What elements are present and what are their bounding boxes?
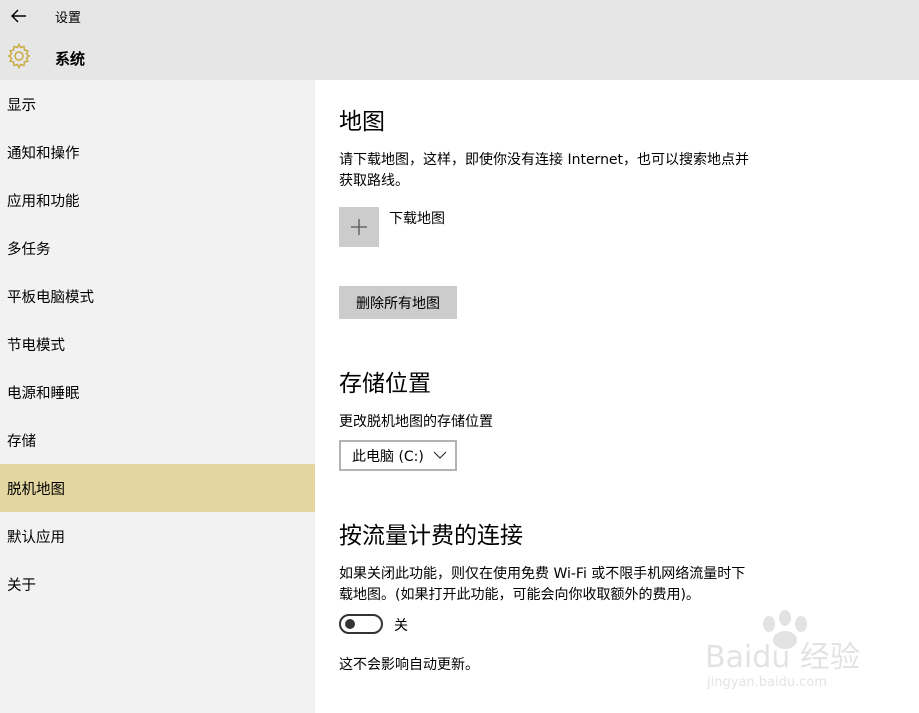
- metered-description-line1: 如果关闭此功能，则仅在使用免费 Wi-Fi 或不限手机网络流量时下: [339, 566, 746, 582]
- sidebar-item-battery-saver[interactable]: 节电模式: [0, 320, 315, 368]
- metered-description-line2: 载地图。(如果打开此功能，可能会向你收取额外的费用)。: [339, 587, 700, 603]
- chevron-down-icon: [433, 451, 447, 459]
- sidebar-item-power-sleep[interactable]: 电源和睡眠: [0, 368, 315, 416]
- section-title: 系统: [55, 50, 86, 68]
- metered-toggle-state: 关: [394, 618, 408, 634]
- storage-location-dropdown[interactable]: 此电脑 (C:): [339, 440, 457, 471]
- sidebar-item-label: 通知和操作: [7, 145, 80, 162]
- storage-description: 更改脱机地图的存储位置: [339, 414, 493, 430]
- maps-description-line1: 请下载地图，这样，即使你没有连接 Internet，也可以搜索地点并: [339, 152, 750, 168]
- sidebar-item-label: 多任务: [7, 241, 51, 258]
- plus-icon: [351, 219, 367, 235]
- sidebar-item-label: 关于: [7, 577, 36, 594]
- sidebar-item-label: 节电模式: [7, 337, 65, 354]
- sidebar-item-offline-maps[interactable]: 脱机地图: [0, 464, 315, 512]
- sidebar-item-notifications[interactable]: 通知和操作: [0, 128, 315, 176]
- maps-description-line2: 获取路线。: [339, 173, 409, 189]
- sidebar-item-label: 存储: [7, 433, 36, 450]
- sidebar-item-storage[interactable]: 存储: [0, 416, 315, 464]
- title-bar: 设置 系统: [0, 0, 919, 80]
- storage-location-value: 此电脑 (C:): [352, 448, 424, 465]
- sidebar-item-default-apps[interactable]: 默认应用: [0, 512, 315, 560]
- sidebar-item-label: 应用和功能: [7, 193, 80, 210]
- download-maps-button[interactable]: [339, 207, 379, 247]
- back-arrow-icon: [11, 9, 26, 23]
- app-title: 设置: [55, 11, 82, 26]
- sidebar-item-tablet-mode[interactable]: 平板电脑模式: [0, 272, 315, 320]
- download-maps-label[interactable]: 下载地图: [389, 208, 445, 228]
- content-pane: 地图 请下载地图，这样，即使你没有连接 Internet，也可以搜索地点并 获取…: [315, 80, 919, 713]
- metered-toggle[interactable]: [339, 614, 383, 634]
- gear-icon: [7, 43, 31, 69]
- sidebar-item-label: 电源和睡眠: [7, 385, 80, 402]
- metered-heading: 按流量计费的连接: [339, 523, 523, 549]
- sidebar-item-label: 脱机地图: [7, 481, 65, 498]
- auto-update-note: 这不会影响自动更新。: [339, 657, 479, 673]
- sidebar-item-apps[interactable]: 应用和功能: [0, 176, 315, 224]
- sidebar-item-display[interactable]: 显示: [0, 80, 315, 128]
- sidebar: 显示 通知和操作 应用和功能 多任务 平板电脑模式 节电模式 电源和睡眠 存储 …: [0, 80, 315, 713]
- delete-all-maps-button[interactable]: 删除所有地图: [339, 286, 457, 319]
- back-button[interactable]: [8, 6, 30, 26]
- sidebar-item-label: 平板电脑模式: [7, 289, 94, 306]
- maps-heading: 地图: [339, 109, 385, 135]
- sidebar-item-label: 默认应用: [7, 529, 65, 546]
- toggle-knob: [345, 619, 355, 629]
- sidebar-item-about[interactable]: 关于: [0, 560, 315, 608]
- storage-heading: 存储位置: [339, 371, 431, 397]
- sidebar-item-multitasking[interactable]: 多任务: [0, 224, 315, 272]
- sidebar-item-label: 显示: [7, 97, 36, 114]
